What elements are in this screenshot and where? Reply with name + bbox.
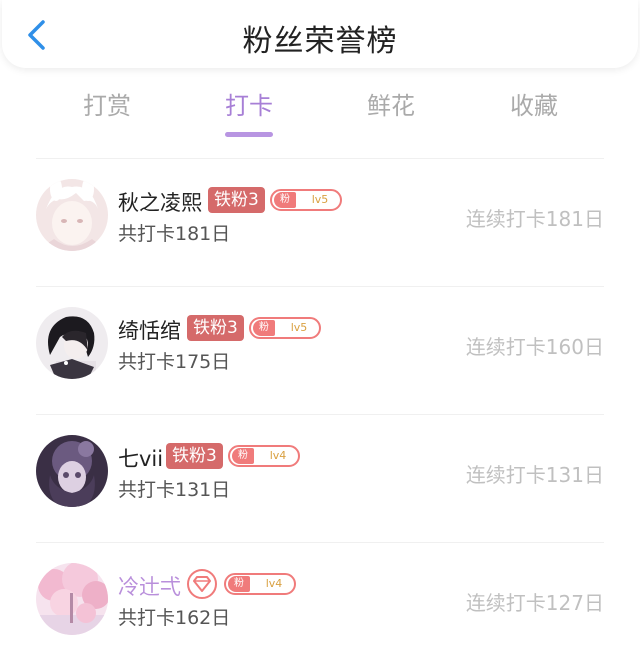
fan-level-badge: 粉 lv5 bbox=[249, 317, 321, 339]
total-checkin: 共打卡175日 bbox=[118, 351, 231, 373]
fan-badge-label: 粉 bbox=[253, 320, 275, 336]
list-item[interactable]: 七vii 铁粉3 粉 lv4 共打卡131日 连续打卡131日 bbox=[0, 415, 640, 543]
iron-fan-tag: 铁粉3 bbox=[166, 443, 223, 469]
tab-reward[interactable]: 打赏 bbox=[57, 86, 157, 121]
fan-level-badge: 粉 lv4 bbox=[224, 573, 296, 595]
fan-badge-level: lv5 bbox=[311, 193, 329, 206]
fan-level-badge: 粉 lv5 bbox=[270, 189, 342, 211]
diamond-badge bbox=[187, 569, 217, 599]
total-checkin: 共打卡131日 bbox=[118, 479, 231, 501]
streak-checkin: 连续打卡181日 bbox=[465, 207, 604, 231]
list-item[interactable]: 冷辻弌 粉 lv4 共打卡162日 连续打卡127日 bbox=[0, 543, 640, 654]
fan-badge-label: 粉 bbox=[232, 448, 254, 464]
iron-fan-tag: 铁粉3 bbox=[208, 187, 265, 213]
fan-badge-level: lv4 bbox=[265, 577, 283, 590]
fan-badge-level: lv5 bbox=[290, 321, 308, 334]
fan-level-badge: 粉 lv4 bbox=[228, 445, 300, 467]
username: 七vii bbox=[118, 447, 164, 471]
fan-badge-label: 粉 bbox=[228, 576, 250, 592]
active-tab-indicator bbox=[225, 132, 273, 137]
avatar[interactable] bbox=[36, 179, 108, 251]
tab-checkin-label: 打卡 bbox=[225, 92, 273, 120]
tab-bar: 打赏 打卡 鲜花 收藏 bbox=[0, 86, 640, 142]
header-bar: 粉丝荣誉榜 bbox=[2, 0, 638, 68]
iron-fan-tag: 铁粉3 bbox=[187, 315, 244, 341]
avatar[interactable] bbox=[36, 307, 108, 379]
tab-flowers[interactable]: 鲜花 bbox=[341, 86, 441, 121]
fan-badge-label: 粉 bbox=[274, 192, 296, 208]
username: 绮恬绾 bbox=[118, 319, 181, 343]
streak-checkin: 连续打卡127日 bbox=[465, 591, 604, 615]
avatar[interactable] bbox=[36, 563, 108, 635]
username: 冷辻弌 bbox=[118, 575, 181, 599]
total-checkin: 共打卡181日 bbox=[118, 223, 231, 245]
diamond-icon bbox=[193, 576, 211, 592]
username: 秋之凌熙 bbox=[118, 191, 202, 215]
fan-badge-level: lv4 bbox=[269, 449, 287, 462]
streak-checkin: 连续打卡131日 bbox=[465, 463, 604, 487]
avatar[interactable] bbox=[36, 435, 108, 507]
tab-favorites[interactable]: 收藏 bbox=[484, 86, 584, 121]
tab-checkin[interactable]: 打卡 bbox=[199, 86, 299, 137]
total-checkin: 共打卡162日 bbox=[118, 607, 231, 629]
streak-checkin: 连续打卡160日 bbox=[465, 335, 604, 359]
list-item[interactable]: 秋之凌熙 铁粉3 粉 lv5 共打卡181日 连续打卡181日 bbox=[0, 159, 640, 287]
page-title: 粉丝荣誉榜 bbox=[242, 24, 398, 59]
list-item[interactable]: 绮恬绾 铁粉3 粉 lv5 共打卡175日 连续打卡160日 bbox=[0, 287, 640, 415]
